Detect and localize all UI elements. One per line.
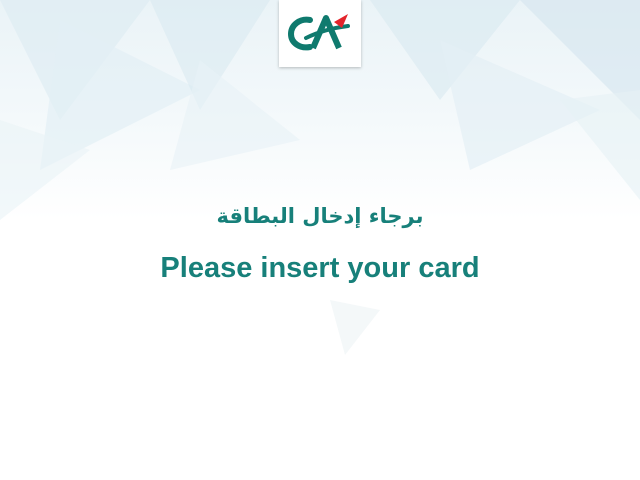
- insert-card-message-english: Please insert your card: [160, 252, 480, 284]
- insert-card-message-arabic: برجاء إدخال البطاقة: [216, 204, 424, 228]
- credit-agricole-logo-icon: [288, 14, 350, 51]
- bank-logo: [279, 0, 361, 67]
- atm-insert-card-screen: برجاء إدخال البطاقة Please insert your c…: [0, 0, 640, 480]
- background-pattern: [0, 0, 640, 355]
